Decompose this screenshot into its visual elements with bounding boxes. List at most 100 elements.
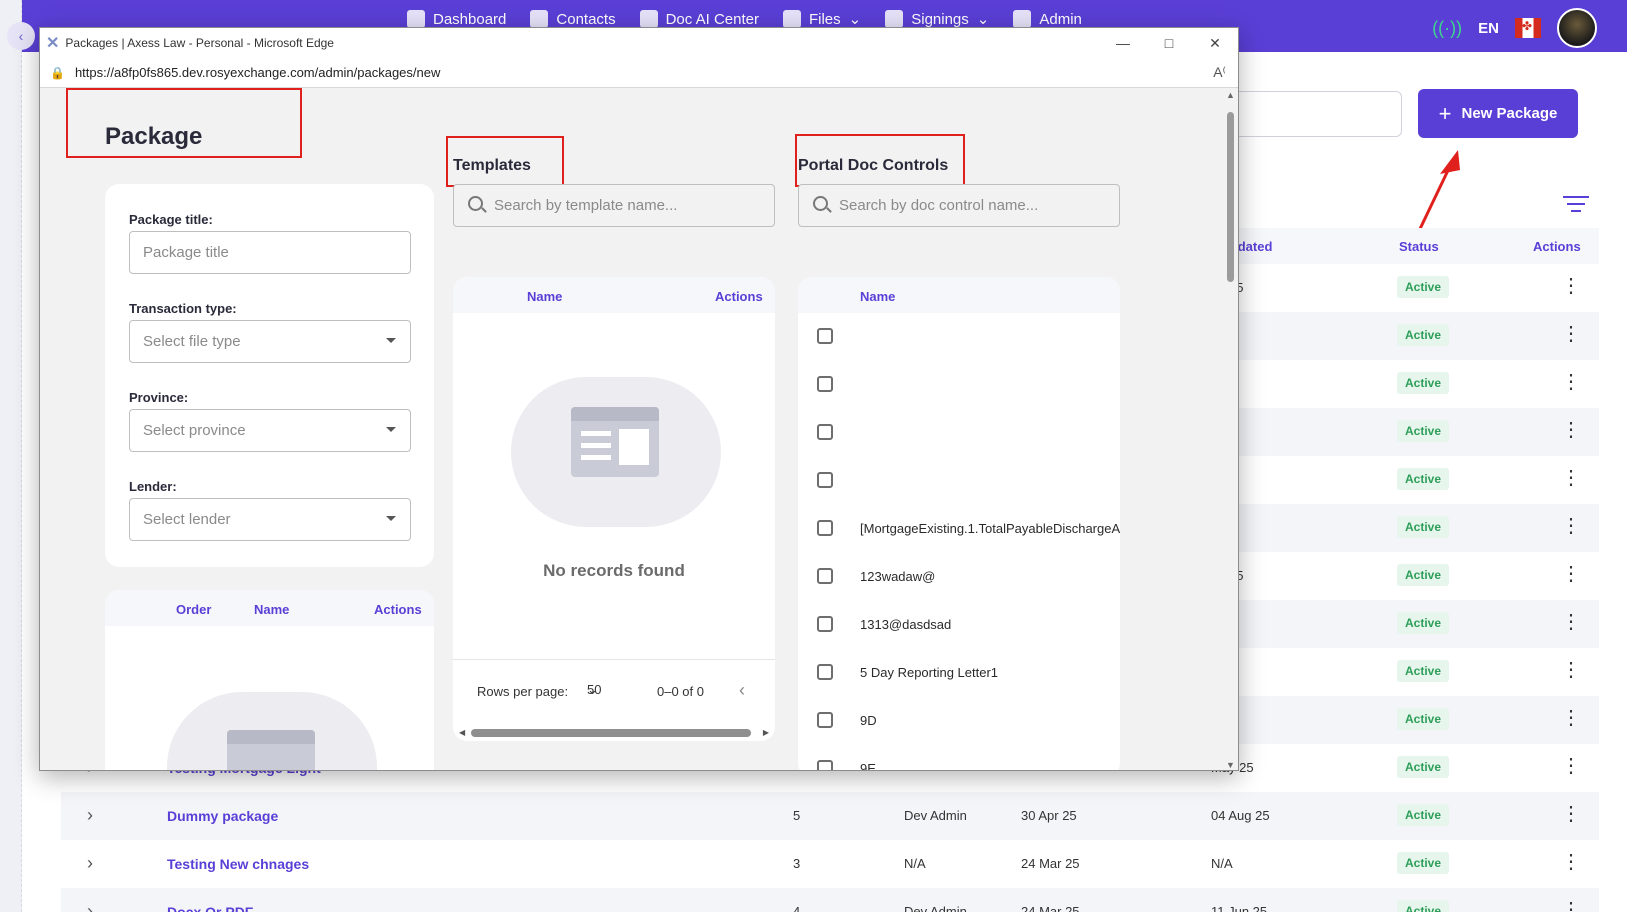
scroll-left-icon[interactable]: ◀ [459, 728, 465, 737]
maximize-icon[interactable]: □ [1146, 28, 1192, 58]
more-actions-icon[interactable]: ⋮ [1561, 468, 1581, 488]
doc-control-checkbox[interactable] [817, 760, 833, 770]
expand-row-icon[interactable]: › [87, 901, 93, 912]
doc-control-checkbox[interactable] [817, 424, 833, 440]
col-order[interactable]: Order [176, 602, 211, 617]
doc-control-checkbox[interactable] [817, 712, 833, 728]
scrollbar-thumb[interactable] [1227, 112, 1234, 282]
doc-control-name: 9E [860, 761, 876, 771]
nav-signings[interactable]: Signings ⌄ [885, 10, 989, 28]
more-actions-icon[interactable]: ⋮ [1561, 564, 1581, 584]
package-name-link[interactable]: Docx Or PDF [167, 904, 253, 912]
more-actions-icon[interactable]: ⋮ [1561, 852, 1581, 872]
col-name[interactable]: Name [254, 602, 289, 617]
doc-controls-heading: Portal Doc Controls [798, 157, 949, 174]
scroll-right-icon[interactable]: ▶ [763, 728, 769, 737]
collapse-sidebar-icon[interactable]: ‹ [7, 22, 35, 50]
doc-control-checkbox[interactable] [817, 664, 833, 680]
doc-control-name: [MortgageExisting.1.TotalPayableDischarg… [860, 521, 1120, 536]
created-date: 24 Mar 25 [1021, 904, 1080, 912]
doc-control-checkbox[interactable] [817, 328, 833, 344]
previous-page-icon[interactable]: ‹ [739, 680, 745, 701]
table-row[interactable]: › Testing New chnages 3 N/A 24 Mar 25 N/A Acti… [61, 840, 1599, 888]
doc-control-checkbox[interactable] [817, 568, 833, 584]
doc-control-row[interactable]: 123wadaw@ [798, 553, 1120, 601]
nav-dashboard[interactable]: Dashboard [407, 10, 506, 28]
package-title-input[interactable]: Package title [129, 231, 411, 274]
more-actions-icon[interactable]: ⋮ [1561, 516, 1581, 536]
col-actions: Actions [374, 602, 422, 617]
language-selector[interactable]: EN [1478, 20, 1499, 37]
more-actions-icon[interactable]: ⋮ [1561, 420, 1581, 440]
expand-row-icon[interactable]: › [87, 805, 93, 826]
more-actions-icon[interactable]: ⋮ [1561, 900, 1581, 912]
doc-control-row[interactable] [798, 409, 1120, 457]
doc-control-checkbox[interactable] [817, 472, 833, 488]
search-icon [813, 196, 828, 211]
doc-control-search-input[interactable]: Search by doc control name... [798, 184, 1120, 227]
nav-files[interactable]: Files ⌄ [782, 10, 861, 28]
doc-control-row[interactable]: 9E [798, 745, 1120, 771]
scroll-up-icon[interactable]: ▲ [1226, 90, 1235, 100]
more-actions-icon[interactable]: ⋮ [1561, 324, 1581, 344]
close-icon[interactable]: ✕ [1192, 28, 1238, 58]
address-bar[interactable]: 🔒 https://a8fp0fs865.dev.rosyexchange.co… [40, 58, 1238, 88]
scrollbar-thumb[interactable] [471, 729, 751, 737]
province-label: Province: [129, 390, 189, 405]
more-actions-icon[interactable]: ⋮ [1561, 804, 1581, 824]
chart-icon [407, 10, 425, 28]
lock-icon[interactable]: 🔒 [50, 66, 65, 80]
package-name-link[interactable]: Dummy package [167, 808, 278, 824]
plus-icon: + [1438, 100, 1452, 126]
more-actions-icon[interactable]: ⋮ [1561, 660, 1581, 680]
created-by: Dev Admin [904, 808, 967, 823]
admin-icon [1013, 10, 1032, 28]
scroll-down-icon[interactable]: ▼ [1226, 760, 1235, 770]
lender-select[interactable]: Select lender [129, 498, 411, 541]
package-name-link[interactable]: Testing New chnages [167, 856, 309, 872]
window-controls: — □ ✕ [1100, 28, 1238, 58]
window-titlebar: ✕ Packages | Axess Law - Personal - Micr… [40, 28, 1238, 58]
col-status[interactable]: Status [1399, 239, 1439, 254]
province-select[interactable]: Select province [129, 409, 411, 452]
expand-row-icon[interactable]: › [87, 853, 93, 874]
vertical-scrollbar[interactable]: ▲ ▼ [1223, 88, 1238, 770]
order-table-header: Order Name Actions [105, 590, 434, 626]
url-text[interactable]: https://a8fp0fs865.dev.rosyexchange.com/… [75, 65, 440, 80]
table-row[interactable]: › Dummy package 5 Dev Admin 30 Apr 25 04 Aug … [61, 792, 1599, 840]
doc-control-checkbox[interactable] [817, 616, 833, 632]
more-actions-icon[interactable]: ⋮ [1561, 372, 1581, 392]
doc-count: 3 [793, 856, 801, 871]
nav-contacts[interactable]: Contacts [530, 10, 616, 28]
filter-icon[interactable] [1563, 196, 1589, 217]
doc-control-row[interactable]: 5 Day Reporting Letter1 [798, 649, 1120, 697]
user-avatar[interactable] [1557, 8, 1597, 48]
col-name[interactable]: Name [860, 289, 895, 304]
doc-control-row[interactable]: 1313@dasdsad [798, 601, 1120, 649]
more-actions-icon[interactable]: ⋮ [1561, 708, 1581, 728]
new-package-button[interactable]: + New Package [1418, 89, 1578, 138]
more-actions-icon[interactable]: ⋮ [1561, 276, 1581, 296]
nav-admin[interactable]: Admin [1013, 10, 1082, 28]
more-actions-icon[interactable]: ⋮ [1561, 612, 1581, 632]
doc-control-checkbox[interactable] [817, 376, 833, 392]
package-title-label: Package title: [129, 212, 213, 227]
table-row[interactable]: › Docx Or PDF 4 Dev Admin 24 Mar 25 11 Jun 25… [61, 888, 1599, 912]
horizontal-scrollbar[interactable]: ◀ ▶ [459, 728, 769, 737]
template-search-input[interactable]: Search by template name... [453, 184, 775, 227]
connection-status-icon[interactable]: ((·)) [1432, 18, 1462, 39]
doc-control-row[interactable] [798, 313, 1120, 361]
canada-flag-icon[interactable] [1515, 18, 1541, 38]
doc-control-row[interactable] [798, 361, 1120, 409]
doc-control-checkbox[interactable] [817, 520, 833, 536]
minimize-icon[interactable]: — [1100, 28, 1146, 58]
read-aloud-icon[interactable]: A⁽ [1213, 64, 1226, 81]
doc-control-row[interactable]: [MortgageExisting.1.TotalPayableDischarg… [798, 505, 1120, 553]
dropdown-arrow-icon [386, 338, 396, 343]
nav-doc-ai-center[interactable]: Doc AI Center [639, 10, 759, 28]
transaction-type-select[interactable]: Select file type [129, 320, 411, 363]
more-actions-icon[interactable]: ⋮ [1561, 756, 1581, 776]
doc-control-row[interactable]: 9D [798, 697, 1120, 745]
col-name[interactable]: Name [527, 289, 562, 304]
doc-control-row[interactable] [798, 457, 1120, 505]
